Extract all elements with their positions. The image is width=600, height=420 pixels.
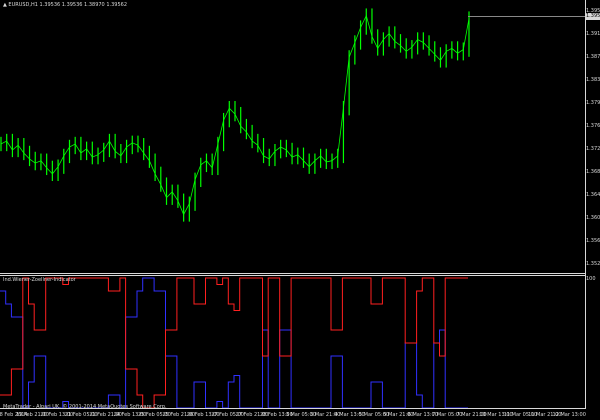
copyright-text: MetaTrader - Alpari UK, © 2001-2014 Meta… [3, 404, 167, 410]
indicator-chart[interactable] [0, 276, 586, 411]
price-label: 1.36445 [586, 192, 600, 198]
price-label: 1.37600 [586, 123, 600, 129]
price-label: 1.38760 [586, 54, 600, 60]
metatrader-chart-window[interactable]: ▲ EURUSD,H1 1.39536 1.39536 1.38970 1.39… [0, 0, 600, 420]
price-label: 1.39545 [586, 8, 600, 14]
price-chart[interactable] [0, 0, 586, 273]
indicator-down-line [0, 277, 468, 409]
price-label: 1.37990 [586, 100, 600, 106]
price-label: 1.35290 [586, 261, 600, 267]
price-label: 1.36060 [586, 215, 600, 221]
panel-separator[interactable] [0, 273, 586, 274]
panel-separator-2 [0, 275, 586, 276]
current-price-tag: 1.39562 [586, 13, 600, 20]
indicator-up-line [0, 277, 468, 409]
price-label: 1.35675 [586, 238, 600, 244]
indicator-scale-max: 100 [586, 276, 596, 282]
time-label: 12 Mar 13:00 [552, 412, 586, 418]
price-label: 1.38375 [586, 77, 600, 83]
price-label: 1.39160 [586, 31, 600, 37]
indicator-title: Ind.Wiener-Zoellner-Indicator [3, 277, 76, 283]
price-axis[interactable] [585, 0, 586, 408]
price-label: 1.37215 [586, 146, 600, 152]
price-label: 1.36830 [586, 169, 600, 175]
current-price-line [468, 16, 585, 17]
